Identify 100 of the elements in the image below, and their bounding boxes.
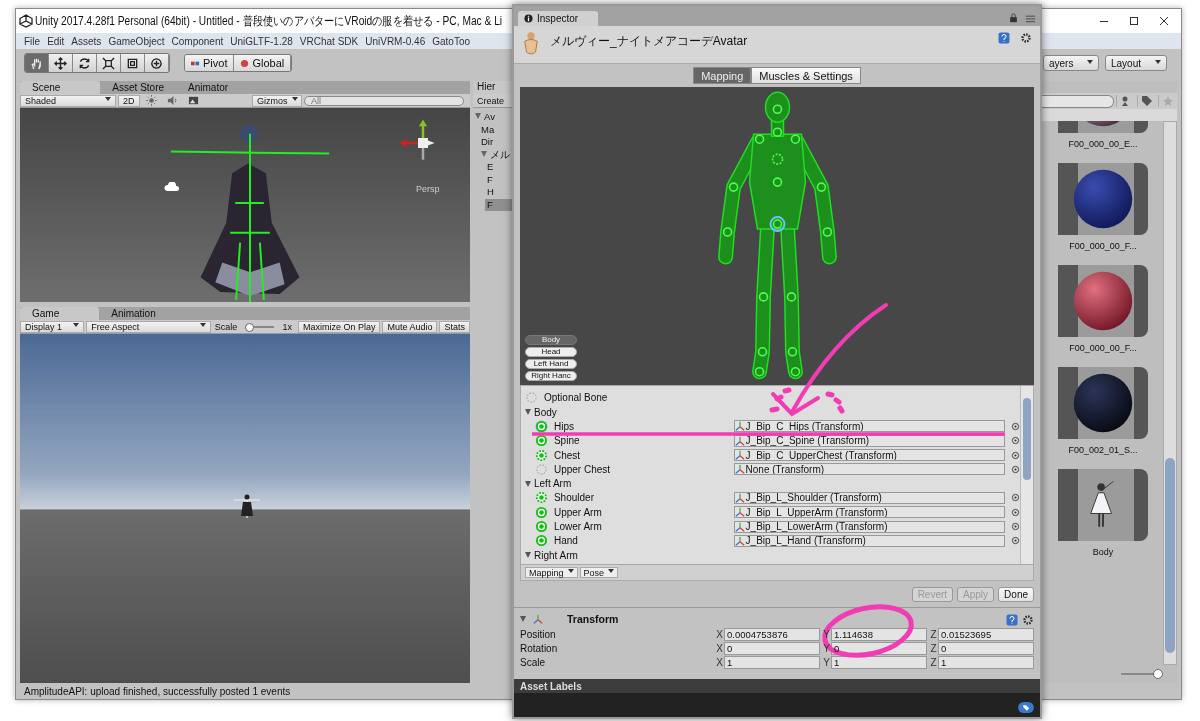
game-view-toggle[interactable]: Maximize On Play [297, 320, 381, 333]
number-field[interactable]: 0 [938, 641, 1034, 655]
menu-item[interactable]: File [24, 35, 41, 47]
layers-dropdown[interactable]: ayers [1043, 55, 1099, 71]
bone-group-header[interactable]: Body [521, 405, 1020, 420]
hierarchy-tab[interactable]: Hier [473, 81, 513, 94]
transform-field[interactable]: J_Bip_L_Hand (Transform) [733, 534, 1005, 547]
rect-tool-button[interactable] [121, 54, 145, 72]
scrollbar[interactable] [1163, 121, 1177, 665]
tag-icon[interactable] [1018, 702, 1034, 713]
game-view-toggle[interactable]: Stats [439, 320, 470, 333]
transform-field[interactable]: J_Bip_L_LowerArm (Transform) [733, 520, 1005, 533]
number-field[interactable]: 1 [938, 655, 1034, 669]
image-icon[interactable] [187, 95, 199, 106]
number-field[interactable]: 1.114638 [831, 627, 927, 641]
transform-field[interactable]: J_Bip_L_Shoulder (Transform) [733, 491, 1005, 504]
search-field[interactable]: All [304, 95, 464, 106]
slider-thumb[interactable] [1153, 669, 1163, 679]
transform-tool-button[interactable] [145, 54, 169, 72]
mode-tab[interactable]: Muscles & Settings [751, 67, 861, 84]
gizmos-dropdown[interactable]: Gizmos [252, 94, 302, 107]
asset-item[interactable]: F00_002_01_S... [1041, 367, 1163, 455]
scrollbar[interactable] [1020, 386, 1033, 564]
scene-view[interactable]: Persp [20, 108, 470, 302]
lock-icon[interactable] [1008, 13, 1019, 23]
rotate-tool-button[interactable] [73, 54, 97, 72]
number-field[interactable]: 0.01523695 [938, 627, 1034, 641]
hand-icon [30, 56, 43, 70]
body-part-button[interactable]: Right Hanc [525, 371, 577, 381]
menu-item[interactable]: GameObject [108, 35, 165, 47]
hierarchy-item[interactable]: F [485, 173, 513, 186]
number-field[interactable]: 0.0004753876 [724, 627, 820, 641]
speaker-icon[interactable] [166, 95, 178, 106]
global-button[interactable]: Global [234, 55, 292, 71]
settings-icon[interactable] [1020, 32, 1032, 44]
2d-toggle[interactable]: 2D [118, 94, 140, 107]
panel-tab[interactable]: Asset Store [100, 81, 177, 94]
aspect-dropdown[interactable]: Free Aspect [86, 320, 211, 333]
transform-field[interactable]: None (Transform) [733, 463, 1005, 476]
menu-item[interactable]: GatoToo [432, 35, 471, 47]
asset-item[interactable]: F00_000_00_E... [1041, 121, 1163, 149]
settings-icon[interactable] [1022, 614, 1034, 626]
asset-item[interactable]: F00_000_00_F... [1041, 265, 1163, 353]
close-button[interactable] [1158, 15, 1170, 27]
move-tool-button[interactable] [49, 54, 73, 72]
inspector-tab[interactable]: Inspector [518, 11, 599, 26]
hierarchy-item[interactable]: Dir [479, 136, 513, 149]
number-field[interactable]: 1 [724, 655, 820, 669]
panel-tab[interactable]: Game [20, 307, 100, 320]
bone-group-header[interactable]: Right Arm [521, 547, 1020, 563]
menu-item[interactable]: Assets [71, 35, 102, 47]
help-icon[interactable] [1006, 614, 1018, 626]
game-view-toggle[interactable]: Mute Audio [382, 320, 438, 333]
body-part-button[interactable]: Body [525, 335, 577, 345]
panel-tab[interactable]: Scene [20, 81, 101, 94]
sun-icon[interactable] [145, 95, 157, 106]
hierarchy-item[interactable]: E [485, 161, 513, 174]
layout-dropdown[interactable]: Layout [1105, 55, 1167, 71]
search-field[interactable] [1041, 94, 1114, 108]
maximize-button[interactable] [1128, 15, 1140, 27]
dropdown-menu[interactable]: Mapping [525, 567, 578, 578]
avatar-view[interactable]: Body Head Left Hand Right Hanc [520, 87, 1034, 385]
menu-icon[interactable] [1025, 13, 1036, 23]
menu-item[interactable]: UniVRM-0.46 [365, 35, 426, 47]
number-field[interactable]: 1 [831, 655, 927, 669]
transform-field[interactable]: J_Bip_C_Hips (Transform) [733, 420, 1005, 433]
hierarchy-item[interactable]: メル [479, 148, 513, 161]
mode-tab[interactable]: Mapping [693, 67, 752, 84]
hierarchy-item[interactable]: Av [473, 111, 513, 124]
expand-triangle-icon[interactable] [475, 113, 481, 119]
menu-item[interactable]: Edit [47, 35, 65, 47]
transform-field[interactable]: J_Bip_C_UpperChest (Transform) [733, 449, 1005, 462]
expand-triangle-icon[interactable] [520, 616, 526, 622]
hierarchy-item[interactable]: F [485, 198, 513, 211]
transform-field[interactable]: J_Bip_L_UpperArm (Transform) [733, 506, 1005, 519]
body-part-button[interactable]: Left Hand [525, 359, 577, 369]
slider-thumb[interactable] [245, 322, 255, 332]
menu-item[interactable]: VRChat SDK [299, 35, 359, 47]
asset-item[interactable]: F00_000_00_F... [1041, 163, 1163, 251]
component-title: Transform [567, 613, 619, 625]
display-dropdown[interactable]: Display 1 [20, 320, 85, 333]
panel-tab[interactable]: Animation [99, 307, 168, 320]
pivot-button[interactable]: Pivot [185, 55, 235, 71]
hierarchy-item[interactable]: H [485, 186, 513, 199]
scale-tool-button[interactable] [97, 54, 121, 72]
hand-tool-button[interactable] [25, 54, 49, 72]
hierarchy-item[interactable]: Ma [479, 123, 513, 136]
number-field[interactable]: 0 [724, 641, 820, 655]
help-icon[interactable] [998, 32, 1010, 44]
asset-item[interactable]: Body [1041, 469, 1163, 557]
expand-triangle-icon[interactable] [481, 150, 487, 157]
shading-dropdown[interactable]: Shaded [20, 94, 116, 107]
bone-group-header[interactable]: Left Arm [521, 476, 1020, 491]
panel-tab[interactable]: Animator [176, 81, 241, 94]
menu-item[interactable]: Component [171, 35, 224, 47]
dropdown-menu[interactable]: Pose [579, 567, 619, 578]
body-part-button[interactable]: Head [525, 347, 577, 357]
property-label: Scale [520, 656, 546, 668]
action-button[interactable]: Done [998, 586, 1034, 602]
menu-item[interactable]: UniGLTF-1.28 [230, 35, 293, 47]
